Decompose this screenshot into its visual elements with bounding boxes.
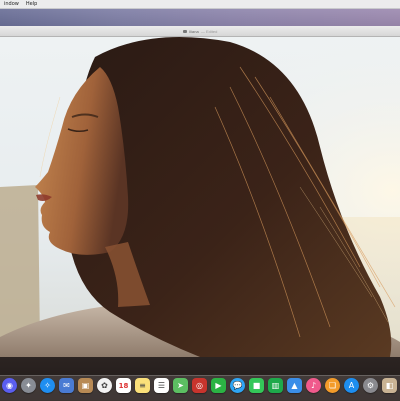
contacts-icon[interactable]: ▣ — [78, 378, 93, 393]
portrait-illustration — [0, 37, 400, 357]
reminders-icon[interactable]: ☰ — [154, 378, 169, 393]
messages-icon[interactable]: 💬 — [230, 378, 245, 393]
system-preferences-icon[interactable]: ⚙ — [363, 378, 378, 393]
window-title-bar[interactable]: Iliana — Edited — [0, 26, 400, 37]
books-icon[interactable]: ❏ — [325, 378, 340, 393]
window-subtitle: — Edited — [200, 28, 218, 34]
facetime-icon[interactable]: ▶ — [211, 378, 226, 393]
notes-icon[interactable]: ≡ — [135, 378, 150, 393]
window-title: Iliana — [188, 28, 199, 34]
keynote-icon[interactable]: ▲ — [287, 378, 302, 393]
mail-icon[interactable]: ✉ — [59, 378, 74, 393]
launchpad-icon[interactable]: ✦ — [21, 378, 36, 393]
preview-icon[interactable]: ◧ — [382, 378, 397, 393]
dock: ◉ ✦ ✧ ✉ ▣ ✿ 18 ≡ ☰ ➤ ◎ ▶ 💬 ■ ▥ ▲ ♪ ❏ A ⚙ ◧ — [0, 357, 400, 401]
photo-booth-icon[interactable]: ◎ — [192, 378, 207, 393]
photos-icon[interactable]: ✿ — [97, 378, 112, 393]
document-icon — [182, 29, 187, 33]
app-store-icon[interactable]: A — [344, 378, 359, 393]
menu-bar: indow Help — [0, 0, 400, 9]
facetime-video-icon[interactable]: ■ — [249, 378, 264, 393]
menu-item-help[interactable]: Help — [26, 0, 37, 8]
desktop-wallpaper — [0, 9, 400, 26]
calendar-date: 18 — [118, 381, 129, 390]
photo-image — [0, 37, 400, 357]
maps-icon[interactable]: ➤ — [173, 378, 188, 393]
itunes-icon[interactable]: ♪ — [306, 378, 321, 393]
numbers-icon[interactable]: ▥ — [268, 378, 283, 393]
calendar-icon[interactable]: 18 — [116, 378, 131, 393]
menu-item-window[interactable]: indow — [4, 0, 19, 8]
siri-icon[interactable]: ◉ — [2, 378, 17, 393]
safari-icon[interactable]: ✧ — [40, 378, 55, 393]
